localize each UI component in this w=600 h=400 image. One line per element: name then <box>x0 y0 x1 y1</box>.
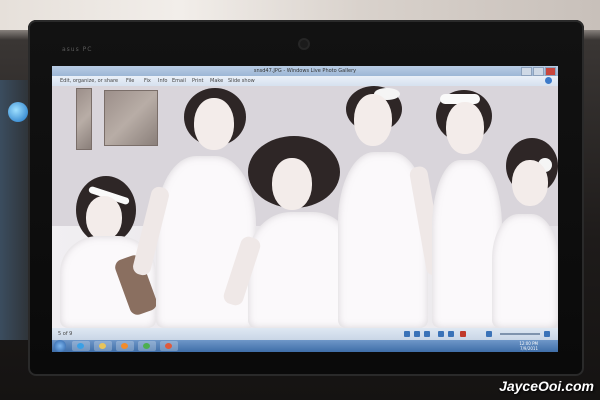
menu-print[interactable]: Print <box>192 76 204 86</box>
wall-painting <box>104 90 158 146</box>
device-brand: asus PC <box>62 46 93 53</box>
menu-edit-organize[interactable]: Edit, organize, or share <box>60 76 118 86</box>
page-counter: 5 of 9 <box>58 331 73 337</box>
windows-taskbar: 12:00 PM 7/9/2011 <box>52 340 558 352</box>
zoom-in-icon[interactable] <box>544 331 550 337</box>
menu-bar: Edit, organize, or share File Fix Info E… <box>52 76 558 86</box>
next-icon[interactable] <box>424 331 430 337</box>
browser-icon <box>143 343 150 349</box>
window-controls <box>521 67 556 76</box>
system-tray: 12:00 PM 7/9/2011 <box>519 341 538 351</box>
photo-gallery-icon <box>165 343 172 349</box>
minimize-icon[interactable] <box>521 67 532 76</box>
menu-info[interactable]: Info <box>158 76 167 86</box>
taskbar-photo-gallery[interactable] <box>160 341 178 351</box>
media-player-icon <box>121 343 128 349</box>
maximize-icon[interactable] <box>533 67 544 76</box>
window-titlebar: snsd47.JPG - Windows Live Photo Gallery <box>52 66 558 76</box>
taskbar-chrome[interactable] <box>138 341 156 351</box>
internet-explorer-icon <box>8 102 28 122</box>
taskbar-explorer[interactable] <box>94 341 112 351</box>
menu-make[interactable]: Make <box>210 76 223 86</box>
photo-viewer <box>52 86 558 328</box>
taskbar-media[interactable] <box>116 341 134 351</box>
webcam <box>300 40 308 48</box>
help-icon[interactable] <box>545 77 552 84</box>
wall-frame-left <box>76 88 92 150</box>
taskbar-ie[interactable] <box>72 341 90 351</box>
zoom-out-icon[interactable] <box>486 331 492 337</box>
zoom-slider[interactable] <box>500 333 540 335</box>
laptop-screen: snsd47.JPG - Windows Live Photo Gallery … <box>52 66 558 352</box>
menu-fix[interactable]: Fix <box>144 76 151 86</box>
rotate-left-icon[interactable] <box>438 331 444 337</box>
rotate-right-icon[interactable] <box>448 331 454 337</box>
close-icon[interactable] <box>545 67 556 76</box>
status-bar: 5 of 9 <box>52 328 558 340</box>
menu-file[interactable]: File <box>126 76 134 86</box>
menu-email[interactable]: Email <box>172 76 186 86</box>
previous-icon[interactable] <box>404 331 410 337</box>
window-title: snsd47.JPG - Windows Live Photo Gallery <box>253 68 357 74</box>
folder-icon <box>99 343 106 349</box>
menu-slide-show[interactable]: Slide show <box>228 76 255 86</box>
clock-date: 7/9/2011 <box>520 346 538 351</box>
internet-explorer-icon <box>77 343 84 349</box>
delete-icon[interactable] <box>460 331 466 337</box>
play-slideshow-icon[interactable] <box>414 331 420 337</box>
start-button-icon[interactable] <box>54 340 66 352</box>
watermark: JayceOoi.com <box>499 378 594 394</box>
